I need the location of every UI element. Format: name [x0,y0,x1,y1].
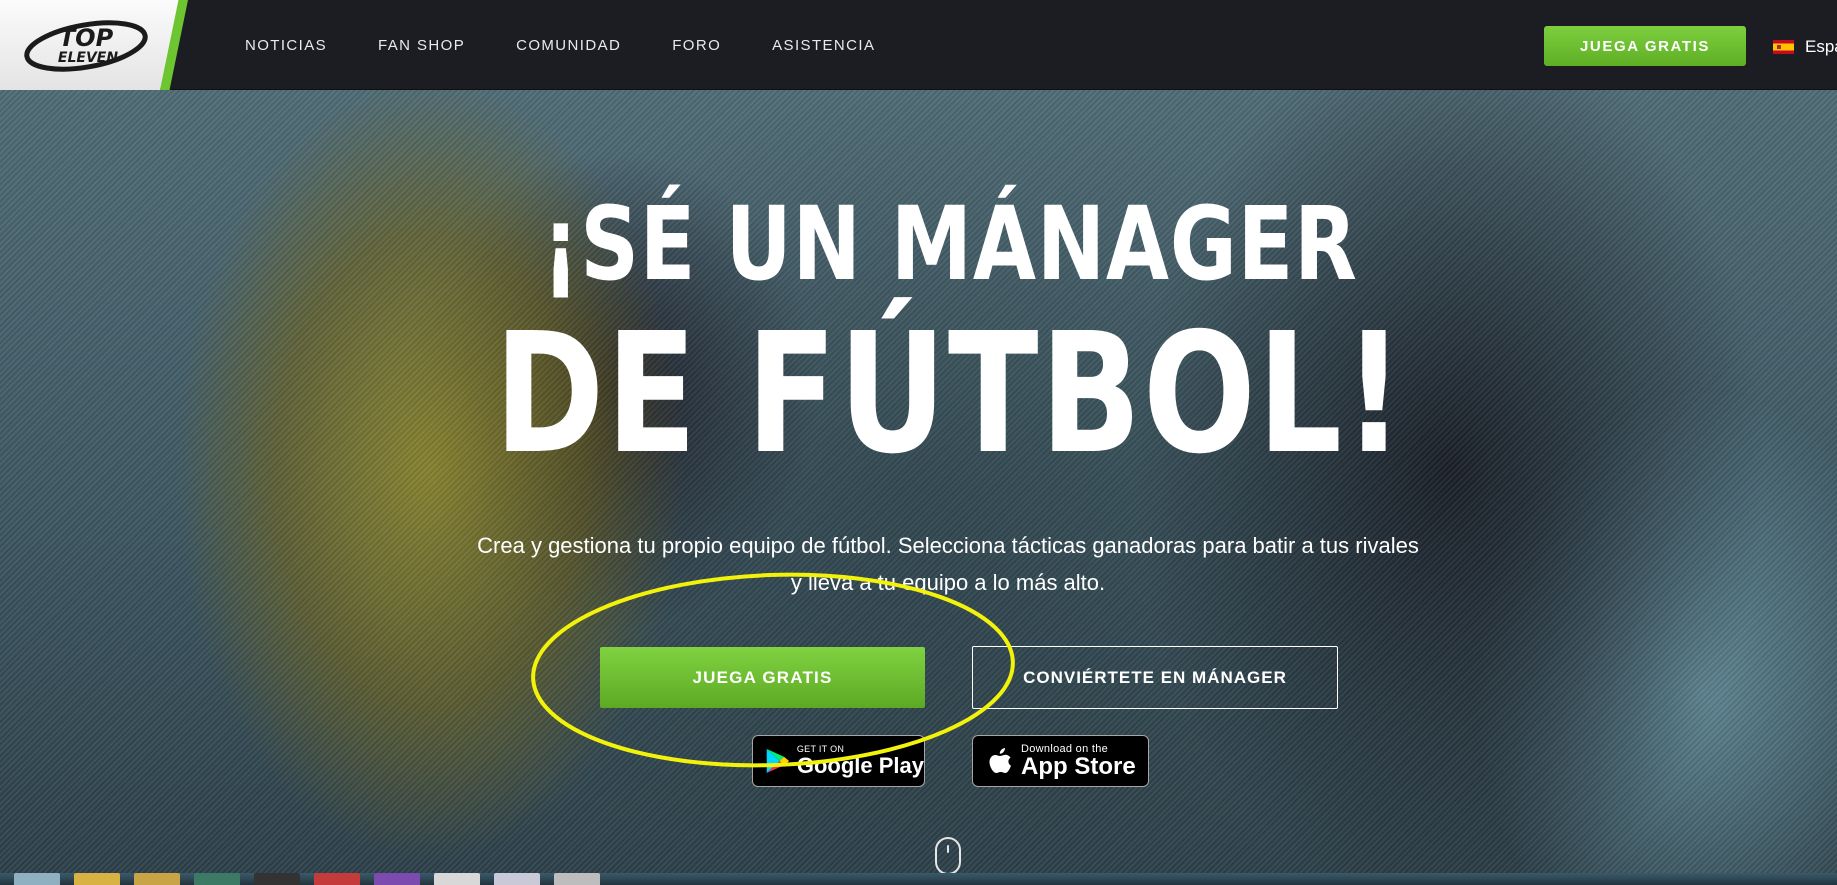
google-play-icon [766,748,790,774]
become-manager-button[interactable]: CONVIÉRTETE EN MÁNAGER [972,646,1338,709]
taskbar-app-icon[interactable] [434,873,480,885]
google-play-large-text: Google Play [796,753,924,778]
spain-flag-icon [1773,40,1794,54]
hero-section: ¡SÉ UN MÁNAGER DE FÚTBOL! Crea y gestion… [0,90,1837,873]
nav-item-foro[interactable]: FORO [672,37,721,54]
app-store-badge[interactable]: Download on the App Store [972,735,1149,787]
taskbar-app-icon[interactable] [194,873,240,885]
taskbar-app-icon[interactable] [554,873,600,885]
taskbar-app-icon[interactable] [494,873,540,885]
top-eleven-logo[interactable]: TOP ELEVEN [22,16,150,74]
hero-headline-line2: DE FÚTBOL! [494,298,1406,491]
nav-item-asistencia[interactable]: ASISTENCIA [772,37,875,54]
top-navigation-bar: TOP ELEVEN NOTICIAS FAN SHOP COMUNIDAD F… [0,0,1837,90]
header-play-free-button[interactable]: JUEGA GRATIS [1544,26,1746,66]
taskbar-app-icon[interactable] [134,873,180,885]
main-nav: NOTICIAS FAN SHOP COMUNIDAD FORO ASISTEN… [245,0,926,90]
taskbar-app-icon[interactable] [374,873,420,885]
nav-item-noticias[interactable]: NOTICIAS [245,37,327,54]
logo-text-bottom: ELEVEN [58,50,118,66]
scroll-down-mouse-icon[interactable] [935,837,961,873]
hero-subtitle: Crea y gestiona tu propio equipo de fútb… [468,527,1428,601]
os-taskbar [0,873,1837,885]
app-store-large-text: App Store [1021,753,1136,780]
apple-icon [989,748,1011,773]
taskbar-app-icon[interactable] [314,873,360,885]
logo-text-top: TOP [59,24,114,52]
taskbar-app-icon[interactable] [74,873,120,885]
google-play-badge[interactable]: GET IT ON Google Play [752,735,925,787]
hero-subtitle-line2: y lleva a tu equipo a lo más alto. [790,570,1106,595]
hero-subtitle-line1: Crea y gestiona tu propio equipo de fútb… [477,533,1419,558]
nav-item-fan-shop[interactable]: FAN SHOP [378,37,465,54]
language-label: Espa [1805,37,1837,56]
play-free-button[interactable]: JUEGA GRATIS [600,647,925,708]
taskbar-app-icon[interactable] [254,873,300,885]
hero-headline-line1: ¡SÉ UN MÁNAGER [542,185,1358,304]
nav-item-comunidad[interactable]: COMUNIDAD [516,37,621,54]
language-selector[interactable]: Espa [1773,37,1837,57]
start-button-icon[interactable] [14,873,60,885]
